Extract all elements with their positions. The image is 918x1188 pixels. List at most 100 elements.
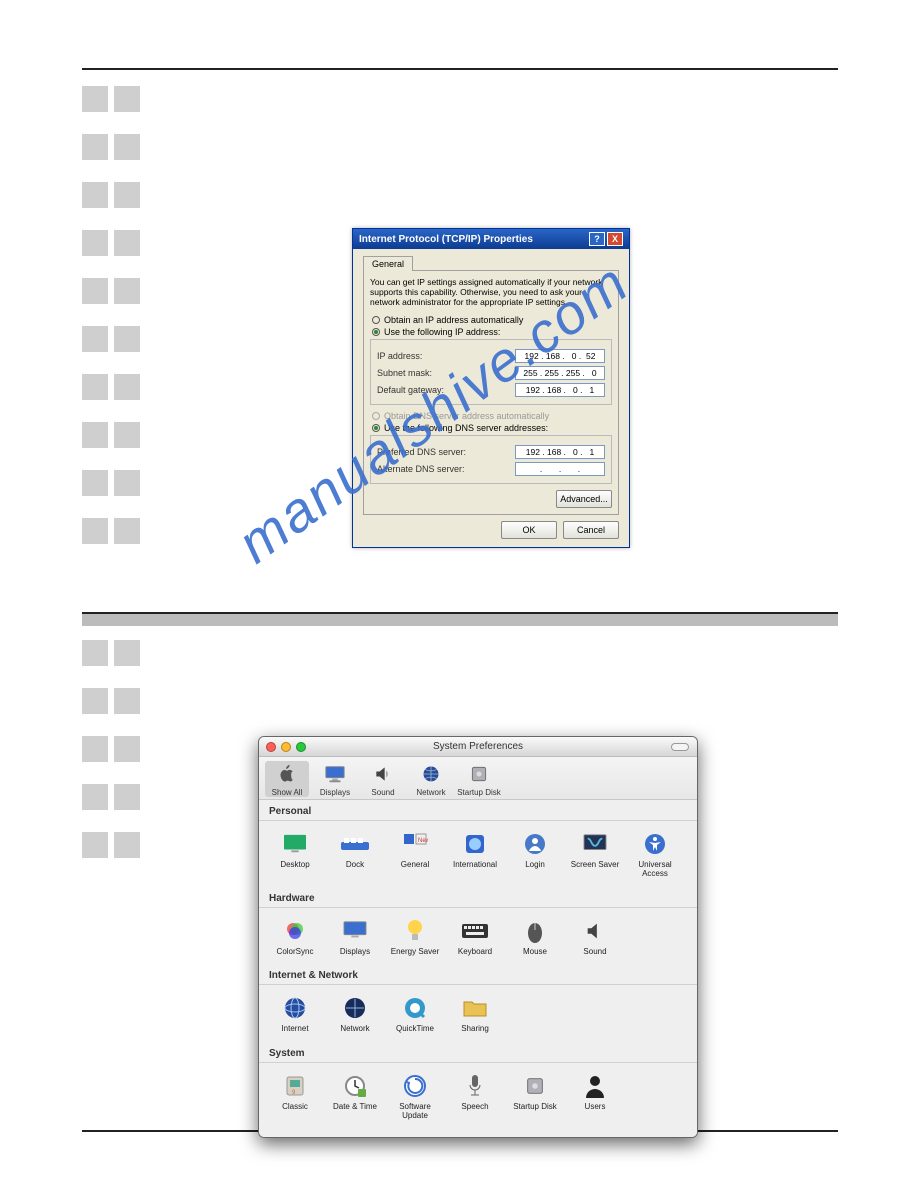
pref-users[interactable]: Users xyxy=(565,1067,625,1125)
disk-icon xyxy=(466,761,492,787)
pref-login[interactable]: Login xyxy=(505,825,565,883)
disk-icon xyxy=(520,1071,550,1101)
globe-icon xyxy=(280,993,310,1023)
radio-label: Use the following DNS server addresses: xyxy=(384,423,548,433)
pref-energy-saver[interactable]: Energy Saver xyxy=(385,912,445,961)
toolbar-sound[interactable]: Sound xyxy=(361,761,405,797)
cancel-button[interactable]: Cancel xyxy=(563,521,619,539)
window-title: Internet Protocol (TCP/IP) Properties xyxy=(359,234,587,245)
mouse-icon xyxy=(520,916,550,946)
description-text: You can get IP settings assigned automat… xyxy=(370,277,612,307)
pref-keyboard[interactable]: Keyboard xyxy=(445,912,505,961)
radio-icon xyxy=(372,316,380,324)
subnet-mask-label: Subnet mask: xyxy=(377,368,432,378)
advanced-button[interactable]: Advanced... xyxy=(556,490,612,508)
pref-desktop[interactable]: Desktop xyxy=(265,825,325,883)
grid-personal: Desktop Dock NewGeneral International Lo… xyxy=(259,821,697,887)
dock-icon xyxy=(340,829,370,859)
pref-sharing[interactable]: Sharing xyxy=(445,989,505,1038)
radio-use-following-ip[interactable]: Use the following IP address: xyxy=(372,327,612,337)
mac-titlebar[interactable]: System Preferences xyxy=(259,737,697,757)
tab-panel: You can get IP settings assigned automat… xyxy=(363,270,619,515)
pref-classic[interactable]: 9Classic xyxy=(265,1067,325,1125)
grid-system: 9Classic Date & Time Software Update Spe… xyxy=(259,1063,697,1129)
ip-address-input[interactable] xyxy=(515,349,605,363)
flag-icon xyxy=(460,829,490,859)
globe-icon xyxy=(418,761,444,787)
globe-icon xyxy=(340,993,370,1023)
pref-date-time[interactable]: Date & Time xyxy=(325,1067,385,1125)
tcpip-properties-window: Internet Protocol (TCP/IP) Properties ? … xyxy=(352,228,630,548)
toolbar-show-all[interactable]: Show All xyxy=(265,761,309,797)
pref-displays[interactable]: Displays xyxy=(325,912,385,961)
quicktime-icon xyxy=(400,993,430,1023)
ip-fieldset: IP address: Subnet mask: Default gateway… xyxy=(370,339,612,405)
toolbar-label: Startup Disk xyxy=(457,788,501,797)
subnet-mask-input[interactable] xyxy=(515,366,605,380)
preferred-dns-input[interactable] xyxy=(515,445,605,459)
pref-speech[interactable]: Speech xyxy=(445,1067,505,1125)
grid-internet: Internet Network QuickTime Sharing xyxy=(259,985,697,1042)
toolbar-label: Displays xyxy=(320,788,350,797)
pref-colorsync[interactable]: ColorSync xyxy=(265,912,325,961)
page-divider-band xyxy=(82,612,838,626)
speaker-icon xyxy=(580,916,610,946)
section-system: System xyxy=(259,1042,697,1063)
default-gateway-input[interactable] xyxy=(515,383,605,397)
pref-internet[interactable]: Internet xyxy=(265,989,325,1038)
radio-icon xyxy=(372,412,380,420)
screensaver-icon xyxy=(580,829,610,859)
speaker-icon xyxy=(370,761,396,787)
ok-button[interactable]: OK xyxy=(501,521,557,539)
microphone-icon xyxy=(460,1071,490,1101)
system-preferences-window: System Preferences Show All Displays Sou… xyxy=(258,736,698,1138)
radio-obtain-ip-auto[interactable]: Obtain an IP address automatically xyxy=(372,315,612,325)
toolbar-displays[interactable]: Displays xyxy=(313,761,357,797)
toolbar-label: Network xyxy=(416,788,445,797)
radio-icon xyxy=(372,424,380,432)
pref-software-update[interactable]: Software Update xyxy=(385,1067,445,1125)
desktop-icon xyxy=(280,829,310,859)
alternate-dns-input[interactable] xyxy=(515,462,605,476)
update-icon xyxy=(400,1071,430,1101)
default-gateway-label: Default gateway: xyxy=(377,385,444,395)
classic-icon: 9 xyxy=(280,1071,310,1101)
pref-startup-disk[interactable]: Startup Disk xyxy=(505,1067,565,1125)
folder-icon xyxy=(460,993,490,1023)
toolbar-label: Show All xyxy=(272,788,303,797)
section-internet: Internet & Network xyxy=(259,964,697,985)
radio-label: Obtain an IP address automatically xyxy=(384,315,523,325)
pref-general[interactable]: NewGeneral xyxy=(385,825,445,883)
pref-sound[interactable]: Sound xyxy=(565,912,625,961)
close-button-icon[interactable]: X xyxy=(607,232,623,246)
keyboard-icon xyxy=(460,916,490,946)
display-icon xyxy=(340,916,370,946)
accessibility-icon xyxy=(640,829,670,859)
section-hardware: Hardware xyxy=(259,887,697,908)
radio-use-following-dns[interactable]: Use the following DNS server addresses: xyxy=(372,423,612,433)
preferred-dns-label: Preferred DNS server: xyxy=(377,447,466,457)
toolbar-startup-disk[interactable]: Startup Disk xyxy=(457,761,501,797)
ip-address-label: IP address: xyxy=(377,351,422,361)
pref-screen-saver[interactable]: Screen Saver xyxy=(565,825,625,883)
pref-dock[interactable]: Dock xyxy=(325,825,385,883)
pref-quicktime[interactable]: QuickTime xyxy=(385,989,445,1038)
help-button-icon[interactable]: ? xyxy=(589,232,605,246)
pref-international[interactable]: International xyxy=(445,825,505,883)
pref-mouse[interactable]: Mouse xyxy=(505,912,565,961)
tab-general[interactable]: General xyxy=(363,256,413,271)
grid-hardware: ColorSync Displays Energy Saver Keyboard… xyxy=(259,908,697,965)
page-rule-top xyxy=(82,68,838,70)
colorsync-icon xyxy=(280,916,310,946)
pref-universal-access[interactable]: Universal Access xyxy=(625,825,685,883)
toolbar-toggle-icon[interactable] xyxy=(671,743,689,751)
apple-icon xyxy=(274,761,300,787)
spine-squares-top xyxy=(82,86,142,566)
window-titlebar[interactable]: Internet Protocol (TCP/IP) Properties ? … xyxy=(353,229,629,249)
mac-toolbar: Show All Displays Sound Network Startup … xyxy=(259,757,697,800)
clock-icon xyxy=(340,1071,370,1101)
radio-obtain-dns-auto: Obtain DNS server address automatically xyxy=(372,411,612,421)
toolbar-network[interactable]: Network xyxy=(409,761,453,797)
pref-network[interactable]: Network xyxy=(325,989,385,1038)
section-personal: Personal xyxy=(259,800,697,821)
